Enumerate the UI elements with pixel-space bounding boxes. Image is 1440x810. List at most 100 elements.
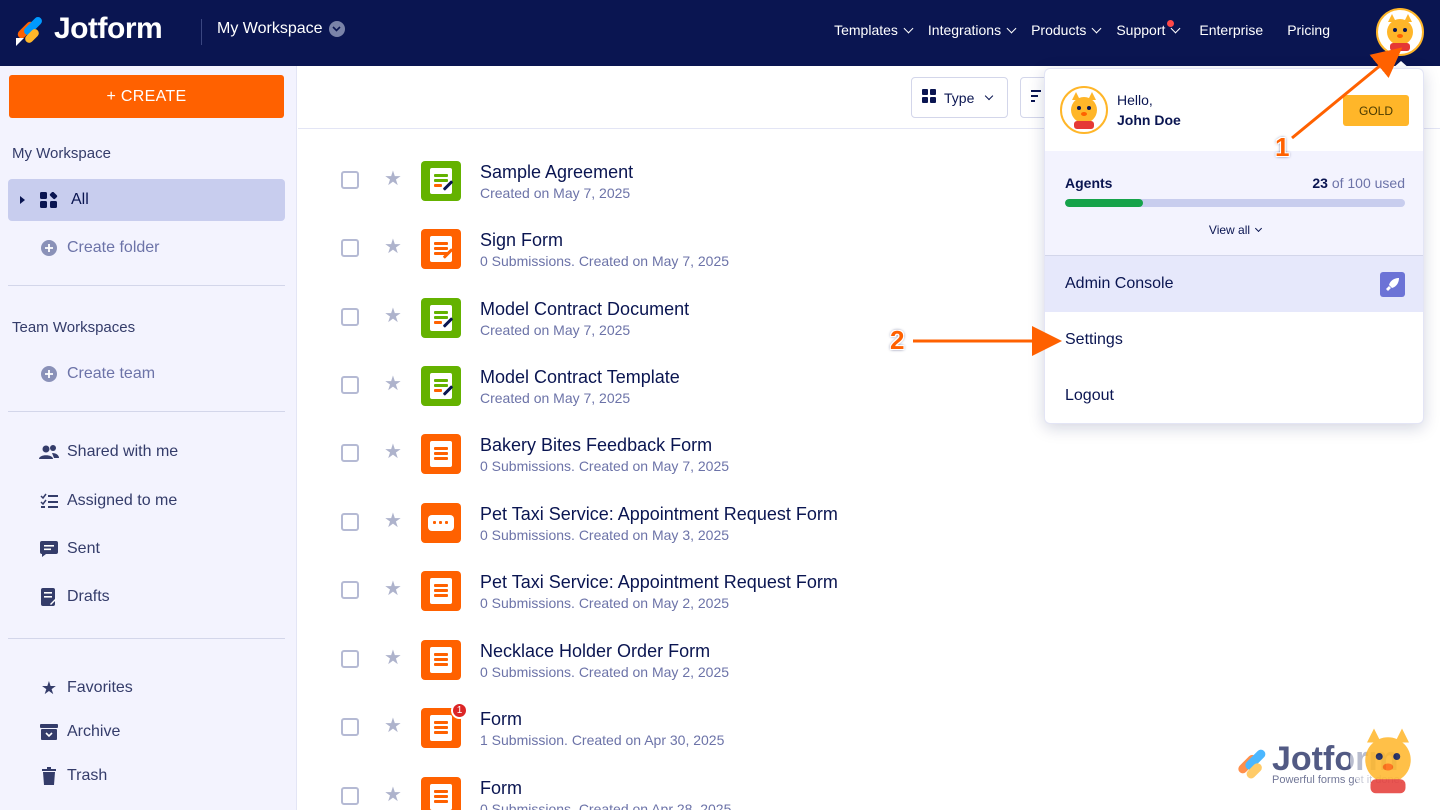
nav-label: Enterprise: [1199, 22, 1264, 38]
divider: [8, 411, 285, 412]
sidebar-item-sent[interactable]: Sent: [8, 528, 285, 570]
form-title[interactable]: Sign Form: [480, 230, 563, 251]
form-subtitle: Created on May 7, 2025: [480, 185, 631, 201]
divider: [8, 285, 285, 286]
sidebar-item-favorites[interactable]: ★ Favorites: [8, 667, 285, 709]
star-icon[interactable]: ★: [384, 303, 402, 328]
nav-pricing[interactable]: Pricing: [1287, 22, 1330, 38]
agents-progress-fill: [1065, 199, 1144, 207]
create-folder-button[interactable]: Create folder: [8, 227, 285, 269]
form-title[interactable]: Pet Taxi Service: Appointment Request Fo…: [480, 504, 838, 525]
workspace-switcher[interactable]: My Workspace: [217, 20, 345, 38]
star-icon[interactable]: ★: [384, 713, 402, 738]
user-name: John Doe: [1117, 112, 1181, 128]
star-icon[interactable]: ★: [384, 645, 402, 670]
sidebar-item-shared[interactable]: Shared with me: [8, 431, 285, 473]
nav-integrations[interactable]: Integrations: [928, 22, 1017, 38]
user-avatar-button[interactable]: [1376, 8, 1424, 56]
form-row[interactable]: ★ Necklace Holder Order Form 0 Submissions…: [298, 640, 1038, 700]
nav-support[interactable]: Support: [1116, 20, 1181, 38]
avatar: [1060, 86, 1108, 134]
form-checkbox[interactable]: [341, 718, 359, 736]
form-checkbox[interactable]: [341, 650, 359, 668]
view-all-label: View all: [1208, 223, 1251, 237]
create-team-button[interactable]: Create team: [8, 353, 285, 395]
nav-products[interactable]: Products: [1031, 22, 1102, 38]
document-glyph: [430, 236, 454, 262]
form-title[interactable]: Form: [480, 778, 522, 799]
sidebar-item-archive[interactable]: Archive: [8, 711, 285, 753]
star-icon[interactable]: ★: [384, 439, 402, 464]
form-checkbox[interactable]: [341, 239, 359, 257]
jotform-logo[interactable]: Jotform: [14, 12, 163, 46]
document-glyph: [430, 715, 452, 741]
form-checkbox[interactable]: [341, 581, 359, 599]
form-row[interactable]: ★ Pet Taxi Service: Appointment Request F…: [298, 571, 1038, 631]
form-subtitle: 0 Submissions. Created on May 3, 2025: [480, 527, 730, 543]
agents-usage: Agents 23 of 100 used View all: [1045, 151, 1423, 255]
agents-used-count: 23: [1312, 175, 1328, 191]
form-icon: [421, 777, 461, 810]
plan-badge[interactable]: GOLD: [1343, 95, 1409, 126]
jotform-logo-icon: [16, 17, 42, 46]
star-icon[interactable]: ★: [384, 371, 402, 396]
nav-templates[interactable]: Templates: [834, 22, 914, 38]
archive-icon: [39, 724, 59, 740]
form-checkbox[interactable]: [341, 787, 359, 805]
document-glyph: [428, 515, 454, 531]
form-title[interactable]: Bakery Bites Feedback Form: [480, 435, 712, 456]
sidebar-item-label: Create team: [67, 365, 156, 382]
create-button[interactable]: + CREATE: [9, 75, 284, 118]
form-row[interactable]: ★ Bakery Bites Feedback Form 0 Submissions…: [298, 434, 1038, 494]
form-title[interactable]: Necklace Holder Order Form: [480, 641, 710, 662]
divider: [8, 638, 285, 639]
logout-menu-item[interactable]: Logout: [1045, 368, 1423, 423]
form-checkbox[interactable]: [341, 308, 359, 326]
star-icon[interactable]: ★: [384, 234, 402, 259]
agents-total-text: of 100 used: [1331, 175, 1405, 191]
sidebar-item-label: Create folder: [67, 239, 160, 256]
star-icon: ★: [40, 677, 58, 698]
admin-console-button[interactable]: Admin Console: [1045, 255, 1423, 312]
form-checkbox[interactable]: [341, 513, 359, 531]
nav-enterprise[interactable]: Enterprise: [1199, 22, 1263, 38]
sidebar-item-trash[interactable]: Trash: [8, 755, 285, 797]
form-row[interactable]: ★ Form 0 Submissions. Created on Apr 28, 2…: [298, 777, 1038, 810]
form-row[interactable]: ★ Model Contract Template Created on May 7…: [298, 366, 1038, 426]
chevron-down-icon: [1006, 23, 1017, 33]
form-row[interactable]: ★ Pet Taxi Service: Appointment Request F…: [298, 503, 1038, 563]
form-title[interactable]: Sample Agreement: [480, 162, 633, 183]
form-title[interactable]: Model Contract Document: [480, 299, 689, 320]
plus-circle-icon: [39, 240, 59, 256]
form-title[interactable]: Model Contract Template: [480, 367, 680, 388]
type-filter-button[interactable]: Type: [911, 77, 1008, 118]
star-icon[interactable]: ★: [384, 576, 402, 601]
chevron-down-icon: [1255, 224, 1263, 233]
star-icon[interactable]: ★: [384, 508, 402, 533]
form-title[interactable]: Form: [480, 709, 522, 730]
form-row[interactable]: ★ Model Contract Document Created on May 7…: [298, 298, 1038, 358]
form-row[interactable]: ★ Sign Form 0 Submissions. Created on May …: [298, 229, 1038, 289]
divider: [201, 19, 202, 45]
sign-form-icon: [421, 229, 461, 269]
form-subtitle: 0 Submissions. Created on Apr 28, 2025: [480, 801, 732, 810]
settings-menu-item[interactable]: Settings: [1045, 312, 1423, 368]
star-icon[interactable]: ★: [384, 782, 402, 807]
form-row[interactable]: ★ Sample Agreement Created on May 7, 2025: [298, 161, 1038, 221]
form-subtitle: 0 Submissions. Created on May 7, 2025: [480, 253, 730, 269]
sidebar-item-assigned[interactable]: Assigned to me: [8, 480, 285, 522]
form-title[interactable]: Pet Taxi Service: Appointment Request Fo…: [480, 572, 838, 593]
chevron-down-icon: [1091, 23, 1102, 33]
sidebar-item-label: All: [71, 191, 89, 208]
form-row[interactable]: ★ 1 Form 1 Submission. Created on Apr 30, 2…: [298, 702, 1038, 768]
type-filter-label: Type: [944, 89, 975, 106]
form-checkbox[interactable]: [341, 444, 359, 462]
star-icon[interactable]: ★: [384, 166, 402, 191]
sidebar-item-all[interactable]: All: [8, 179, 285, 221]
nav-label: Templates: [834, 22, 898, 38]
form-checkbox[interactable]: [341, 376, 359, 394]
sidebar-item-drafts[interactable]: Drafts: [8, 576, 285, 618]
form-subtitle: Created on May 7, 2025: [480, 322, 631, 338]
view-all-button[interactable]: View all: [1045, 223, 1423, 237]
form-checkbox[interactable]: [341, 171, 359, 189]
